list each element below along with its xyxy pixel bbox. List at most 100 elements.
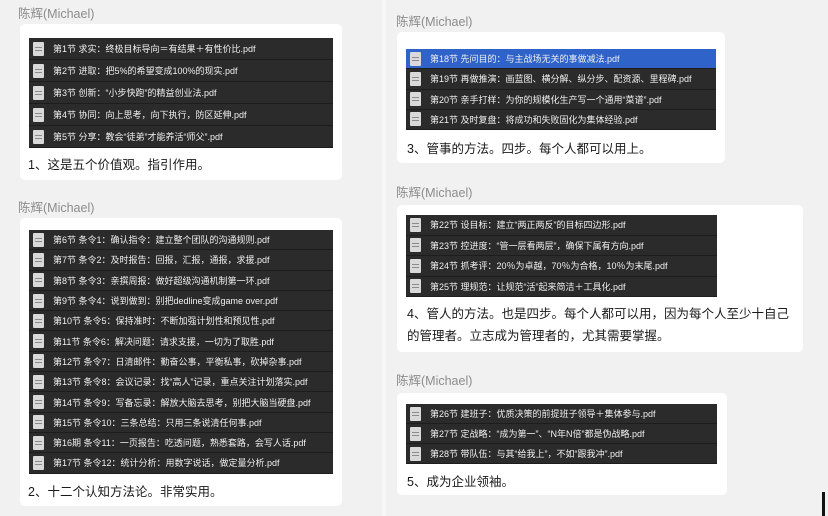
message-bubble[interactable]: 第1节 求实：终极目标导向＝有结果＋有性价比.pdf 第2节 进取：把5%的希望变… — [20, 24, 342, 180]
text-cursor — [822, 492, 825, 516]
file-name: 第28节 带队伍：与其“给我上”，不如“跟我冲”.pdf — [430, 449, 623, 459]
pdf-file-icon — [33, 293, 44, 308]
file-name: 第27节 定战略：“成为第一”、“N年N倍”都是伪战略.pdf — [430, 429, 645, 439]
file-name: 第15节 条令10：三条总结：只用三条说清任何事.pdf — [53, 417, 262, 428]
message-caption: 4、管人的方法。也是四步。每个人都可以用，因为每个人至少十自己的管理者。立志成为… — [407, 307, 789, 343]
file-item[interactable]: 第6节 条令1：确认指令：建立整个团队的沟通规则.pdf — [29, 230, 333, 251]
pdf-file-icon — [33, 374, 44, 389]
message-bubble[interactable]: 第18节 先问目的：与主战场无关的事做减法.pdf 第19节 再做推演：画蓝图、横… — [397, 32, 725, 163]
file-item[interactable]: 第26节 建班子：优质决策的前提班子领导＋集体参与.pdf — [406, 404, 717, 424]
file-name: 第13节 条令8：会议记录：找“高人”记录，重点关注计划落实.pdf — [53, 377, 308, 388]
file-name: 第24节 抓考评：20％为卓越，70％为合格，10％为末尾.pdf — [430, 261, 668, 272]
file-item[interactable]: 第15节 条令10：三条总结：只用三条说清任何事.pdf — [29, 413, 333, 433]
file-name: 第21节 及时复盘：将成功和失败固化为集体经验.pdf — [430, 114, 638, 125]
file-item[interactable]: 第7节 条令2：及时报告：回报，汇报，通报，求援.pdf — [29, 250, 333, 271]
file-item[interactable]: 第22节 设目标：建立“两正两反”的目标四边形.pdf — [406, 215, 717, 236]
file-item[interactable]: 第10节 条令5：保持准时：不断加强计划性和预见性.pdf — [29, 311, 333, 332]
pdf-file-icon — [410, 71, 421, 86]
file-item[interactable]: 第21节 及时复盘：将成功和失败固化为集体经验.pdf — [406, 110, 716, 130]
file-name: 第4节 协同：向上思考，向下执行，防区延伸.pdf — [53, 110, 247, 120]
pdf-file-icon — [33, 63, 44, 78]
file-item[interactable]: 第18节 先问目的：与主战场无关的事做减法.pdf — [406, 49, 716, 70]
pdf-file-icon — [33, 334, 44, 349]
file-item[interactable]: 第17节 条令12：统计分析：用数字说话，做定量分析.pdf — [29, 453, 333, 474]
pdf-file-icon — [33, 415, 44, 430]
file-item[interactable]: 第2节 进取：把5%的希望变成100%的现实.pdf — [29, 60, 333, 82]
pdf-file-icon — [410, 92, 421, 107]
pdf-file-icon — [33, 232, 44, 247]
file-item[interactable]: 第14节 条令9：写备忘录：解放大脑去思考，别把大脑当硬盘.pdf — [29, 392, 333, 413]
file-item[interactable]: 第20节 亲手打样：为你的规模化生产写一个通用“菜谱”.pdf — [406, 90, 716, 110]
message-sender: 陈辉(Michael) — [396, 15, 473, 29]
file-name: 第14节 条令9：写备忘录：解放大脑去思考，别把大脑当硬盘.pdf — [53, 397, 311, 408]
file-item[interactable]: 第9节 条令4：说到做到：别把dedline变成game over.pdf — [29, 291, 333, 312]
file-item[interactable]: 第4节 协同：向上思考，向下执行，防区延伸.pdf — [29, 104, 333, 126]
file-item[interactable]: 第5节 分享：教会“徒弟”才能养活“师父”.pdf — [29, 126, 333, 148]
file-list: 第1节 求实：终极目标导向＝有结果＋有性价比.pdf 第2节 进取：把5%的希望变… — [29, 38, 333, 148]
file-item[interactable]: 第12节 条令7：日清邮件：勤奋公事，平衡私事，砍掉杂事.pdf — [29, 352, 333, 373]
file-name: 第12节 条令7：日清邮件：勤奋公事，平衡私事，砍掉杂事.pdf — [53, 356, 302, 367]
file-name: 第17节 条令12：统计分析：用数字说话，做定量分析.pdf — [53, 458, 280, 469]
message-sender: 陈辉(Michael) — [18, 201, 95, 215]
pdf-file-icon — [33, 354, 44, 369]
file-name: 第6节 条令1：确认指令：建立整个团队的沟通规则.pdf — [53, 235, 270, 246]
message-sender: 陈辉(Michael) — [18, 7, 95, 21]
message-bubble[interactable]: 第22节 设目标：建立“两正两反”的目标四边形.pdf 第23节 控进度：“管一层… — [397, 205, 803, 352]
file-item[interactable]: 第23节 控进度：“管一层看两层”，确保下属有方向.pdf — [406, 236, 717, 256]
message-sender: 陈辉(Michael) — [396, 186, 473, 200]
file-item[interactable]: 第11节 条令6：解决问题：请求支援，一切为了取胜.pdf — [29, 331, 333, 352]
message-bubble[interactable]: 第6节 条令1：确认指令：建立整个团队的沟通规则.pdf 第7节 条令2：及时报告… — [20, 218, 342, 506]
file-name: 第23节 控进度：“管一层看两层”，确保下属有方向.pdf — [430, 240, 644, 251]
pdf-file-icon — [410, 258, 421, 273]
file-item[interactable]: 第16期 条令11：一页报告：吃透问题，熟悉套路，会写人话.pdf — [29, 433, 333, 454]
pdf-file-icon — [33, 41, 44, 56]
file-name: 第26节 建班子：优质决策的前提班子领导＋集体参与.pdf — [430, 409, 656, 419]
file-name: 第20节 亲手打样：为你的规模化生产写一个通用“菜谱”.pdf — [430, 94, 662, 105]
file-list: 第26节 建班子：优质决策的前提班子领导＋集体参与.pdf 第27节 定战略：“成… — [406, 404, 717, 464]
pdf-file-icon — [410, 406, 421, 421]
file-item[interactable]: 第28节 带队伍：与其“给我上”，不如“跟我冲”.pdf — [406, 444, 717, 464]
file-name: 第22节 设目标：建立“两正两反”的目标四边形.pdf — [430, 220, 626, 231]
file-name: 第5节 分享：教会“徒弟”才能养活“师父”.pdf — [53, 132, 223, 142]
file-name: 第10节 条令5：保持准时：不断加强计划性和预见性.pdf — [53, 316, 275, 327]
file-item[interactable]: 第25节 理规范：让规范“活”起来简洁＋工具化.pdf — [406, 277, 717, 297]
message-caption: 5、成为企业领袖。 — [407, 475, 514, 489]
file-name: 第1节 求实：终极目标导向＝有结果＋有性价比.pdf — [53, 44, 256, 54]
file-item[interactable]: 第19节 再做推演：画蓝图、横分解、纵分步、配资源、里程碑.pdf — [406, 69, 716, 90]
file-item[interactable]: 第3节 创新：“小步快跑”的精益创业法.pdf — [29, 82, 333, 104]
file-name: 第8节 条令3：亲撰周报：做好超级沟通机制第一环.pdf — [53, 275, 270, 286]
pdf-file-icon — [410, 217, 421, 232]
file-name: 第16期 条令11：一页报告：吃透问题，熟悉套路，会写人话.pdf — [53, 438, 306, 449]
pdf-file-icon — [33, 395, 44, 410]
message-caption: 3、管事的方法。四步。每个人都可以用上。 — [407, 142, 652, 156]
file-item[interactable]: 第1节 求实：终极目标导向＝有结果＋有性价比.pdf — [29, 38, 333, 60]
file-name: 第7节 条令2：及时报告：回报，汇报，通报，求援.pdf — [53, 255, 270, 266]
file-item[interactable]: 第13节 条令8：会议记录：找“高人”记录，重点关注计划落实.pdf — [29, 372, 333, 393]
pdf-file-icon — [410, 426, 421, 441]
file-name: 第2节 进取：把5%的希望变成100%的现实.pdf — [53, 66, 238, 76]
pdf-file-icon — [33, 455, 44, 470]
pdf-file-icon — [33, 129, 44, 144]
pdf-file-icon — [410, 51, 421, 66]
pdf-file-icon — [33, 313, 44, 328]
message-caption: 2、十二个认知方法论。非常实用。 — [28, 485, 223, 499]
file-name: 第18节 先问目的：与主战场无关的事做减法.pdf — [430, 54, 620, 65]
message-caption: 1、这是五个价值观。指引作用。 — [28, 158, 210, 172]
pdf-file-icon — [33, 252, 44, 267]
pdf-file-icon — [33, 435, 44, 450]
file-item[interactable]: 第27节 定战略：“成为第一”、“N年N倍”都是伪战略.pdf — [406, 424, 717, 444]
file-item[interactable]: 第8节 条令3：亲撰周报：做好超级沟通机制第一环.pdf — [29, 271, 333, 291]
message-sender: 陈辉(Michael) — [396, 374, 473, 388]
message-bubble[interactable]: 第26节 建班子：优质决策的前提班子领导＋集体参与.pdf 第27节 定战略：“成… — [397, 393, 727, 495]
file-name: 第25节 理规范：让规范“活”起来简洁＋工具化.pdf — [430, 281, 626, 292]
file-list: 第18节 先问目的：与主战场无关的事做减法.pdf 第19节 再做推演：画蓝图、横… — [406, 49, 716, 130]
file-name: 第9节 条令4：说到做到：别把dedline变成game over.pdf — [53, 296, 278, 307]
pdf-file-icon — [33, 107, 44, 122]
file-item[interactable]: 第24节 抓考评：20％为卓越，70％为合格，10％为末尾.pdf — [406, 256, 717, 277]
pdf-file-icon — [33, 85, 44, 100]
pdf-file-icon — [410, 238, 421, 253]
pdf-file-icon — [33, 273, 44, 288]
file-name: 第3节 创新：“小步快跑”的精益创业法.pdf — [53, 88, 217, 98]
pdf-file-icon — [410, 112, 421, 127]
pdf-file-icon — [410, 446, 421, 461]
